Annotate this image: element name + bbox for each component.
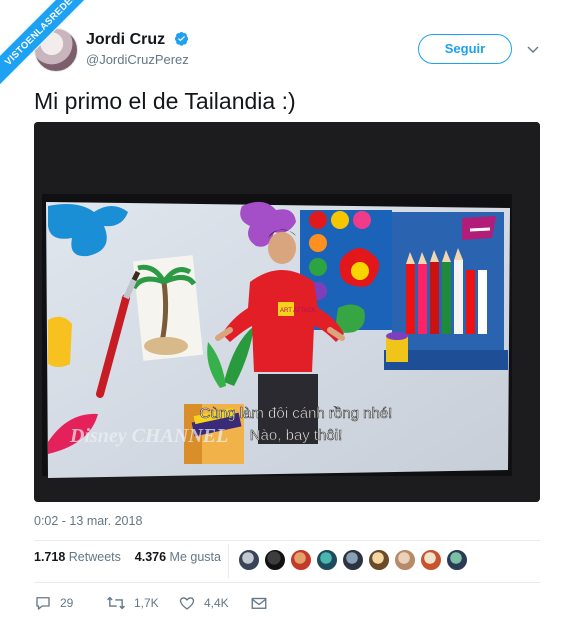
author-handle[interactable]: @JordiCruzPerez [86, 52, 189, 67]
tweet-text: Mi primo el de Tailandia :) [34, 88, 296, 114]
liker-avatar[interactable] [394, 549, 416, 571]
liker-avatar[interactable] [290, 549, 312, 571]
reply-icon [36, 597, 50, 610]
author-name-text: Jordi Cruz [86, 31, 166, 48]
like-count: 4,4K [204, 596, 229, 610]
heart-icon [179, 597, 195, 610]
envelope-icon [251, 597, 267, 609]
tweet-stats: 1.718 Retweets 4.376 Me gusta [34, 550, 221, 574]
subtitle-line-2: Nào, bay thôi! [250, 427, 343, 444]
tweet-header: Jordi Cruz @JordiCruzPerez Seguir [34, 28, 540, 74]
reply-button[interactable]: 29 [34, 592, 73, 614]
retweets-label: Retweets [68, 550, 121, 564]
channel-logo: Disney CHANNEL [69, 425, 228, 447]
retweet-count: 1,7K [134, 596, 159, 610]
liker-avatar[interactable] [238, 549, 260, 571]
direct-message-button[interactable] [250, 592, 268, 614]
liker-avatar[interactable] [368, 549, 390, 571]
retweet-button[interactable]: 1,7K [106, 592, 159, 614]
liker-avatar[interactable] [264, 549, 286, 571]
subtitle-line-1: Cùng làm đôi cánh rồng nhé! [200, 405, 393, 422]
liker-avatar[interactable] [316, 549, 338, 571]
tweet-timestamp[interactable]: 0:02 - 13 mar. 2018 [34, 514, 142, 528]
liker-avatar[interactable] [420, 549, 442, 571]
follow-button[interactable]: Seguir [418, 34, 512, 64]
liker-avatar[interactable] [446, 549, 468, 571]
like-button[interactable]: 4,4K [178, 592, 229, 614]
divider [34, 582, 540, 583]
likes-stat[interactable]: 4.376 Me gusta [135, 550, 221, 564]
shirt-text: ART ATTACK [280, 308, 316, 314]
retweets-count: 1.718 [34, 550, 66, 564]
author-name[interactable]: Jordi Cruz [86, 31, 189, 49]
chevron-down-icon[interactable] [526, 42, 540, 56]
verified-icon [174, 31, 188, 46]
liker-avatar[interactable] [342, 549, 364, 571]
likes-count: 4.376 [134, 550, 167, 564]
tweet-media-photo[interactable]: ART ATTACK Disney CHANNEL Cùng làm đôi c… [34, 122, 540, 502]
divider [34, 540, 540, 541]
likes-label: Me gusta [169, 550, 221, 564]
retweet-icon [107, 596, 125, 610]
retweets-stat[interactable]: 1.718 Retweets [34, 550, 121, 564]
reply-count: 29 [60, 596, 74, 610]
stats-separator [228, 544, 229, 578]
tv-screen-photo: ART ATTACK Disney CHANNEL Cùng làm đôi c… [34, 122, 540, 502]
